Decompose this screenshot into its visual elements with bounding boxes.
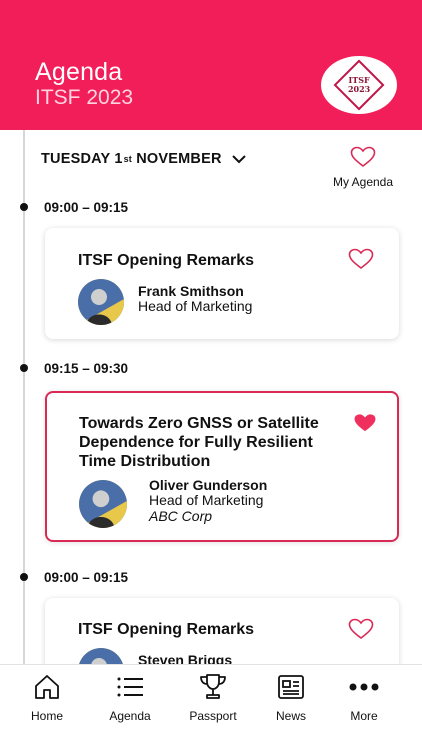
list-icon — [117, 677, 143, 697]
speaker-avatar — [79, 480, 127, 528]
nav-home[interactable]: Home — [12, 673, 82, 723]
nav-agenda[interactable]: Agenda — [95, 673, 165, 723]
logo-text: ITSF 2023 — [347, 74, 371, 94]
session-title: Towards Zero GNSS or Satellite Dependenc… — [79, 415, 319, 470]
heart-filled-icon[interactable] — [353, 413, 377, 433]
page-title: Agenda — [35, 58, 123, 86]
nav-passport[interactable]: Passport — [178, 673, 248, 723]
newspaper-icon — [278, 675, 304, 699]
nav-news[interactable]: News — [256, 673, 326, 723]
home-icon — [35, 675, 59, 699]
day-label: TUESDAY 1 — [41, 151, 123, 167]
session-time: 09:00 – 09:15 — [44, 570, 129, 585]
speaker-name: Frank Smithson — [138, 283, 244, 299]
speaker-role: Head of Marketing — [149, 492, 264, 508]
session-time: 09:15 – 09:30 — [44, 361, 129, 376]
heart-outline-icon[interactable] — [348, 248, 374, 270]
day-selector[interactable]: TUESDAY 1st NOVEMBER — [41, 151, 246, 167]
session-time: 09:00 – 09:15 — [44, 200, 129, 215]
more-icon — [349, 683, 379, 691]
my-agenda-label: My Agenda — [332, 175, 394, 189]
session-title: ITSF Opening Remarks — [78, 621, 255, 638]
speaker-avatar — [78, 279, 124, 325]
timeline-dot — [20, 364, 28, 372]
chevron-down-icon — [231, 154, 246, 163]
session-card-favorited[interactable]: Towards Zero GNSS or Satellite Dependenc… — [45, 391, 399, 542]
timeline-dot — [20, 203, 28, 211]
event-logo: ITSF 2023 — [321, 56, 397, 114]
nav-more[interactable]: More — [329, 673, 399, 723]
day-suffix: st — [123, 154, 132, 164]
heart-outline-icon — [350, 146, 376, 168]
heart-outline-icon[interactable] — [348, 618, 374, 640]
app-header: Agenda ITSF 2023 ITSF 2023 — [0, 0, 422, 130]
trophy-icon — [200, 674, 226, 699]
timeline-dot — [20, 573, 28, 581]
session-card[interactable]: ITSF Opening Remarks Frank Smithson Head… — [45, 228, 399, 339]
session-title: ITSF Opening Remarks — [78, 252, 255, 269]
event-subtitle: ITSF 2023 — [35, 86, 134, 109]
speaker-role: Head of Marketing — [138, 298, 253, 314]
my-agenda-button[interactable]: My Agenda — [328, 146, 398, 189]
bottom-navigation: Home Agenda Passport News More — [0, 664, 422, 750]
speaker-name: Oliver Gunderson — [149, 477, 268, 493]
month-label: NOVEMBER — [136, 151, 222, 167]
speaker-organization: ABC Corp — [149, 508, 213, 524]
